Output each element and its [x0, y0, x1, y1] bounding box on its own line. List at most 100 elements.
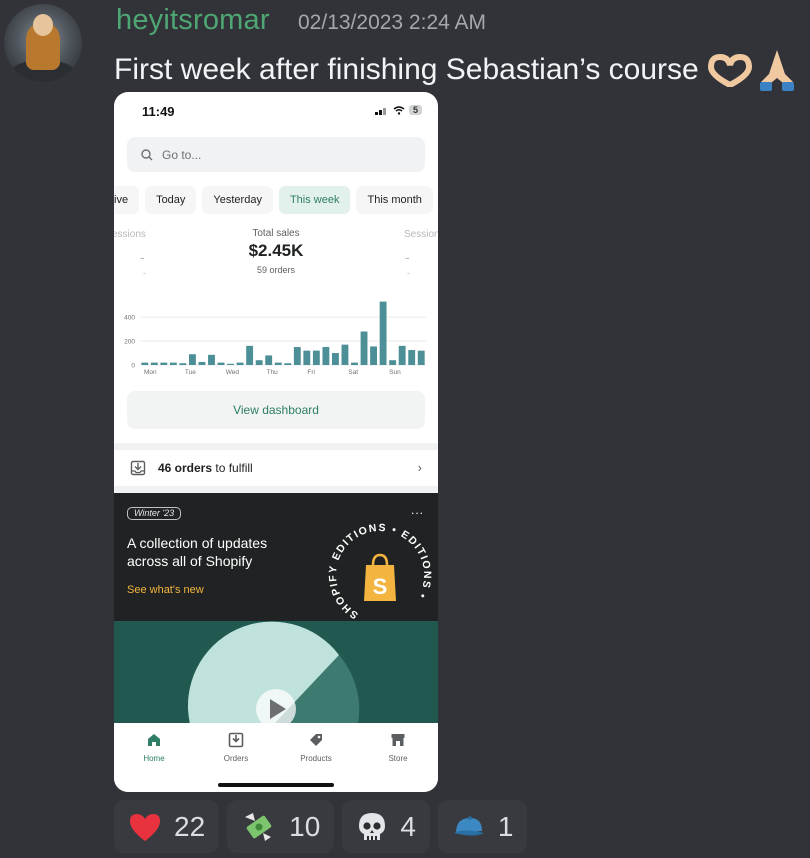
chart-bar	[198, 362, 206, 365]
chart-bar	[341, 344, 349, 365]
metric-right-label: Session	[404, 229, 438, 240]
shopify-editions-promo[interactable]: Winter '23 ... A collection of updates a…	[114, 493, 438, 621]
chart-bar	[246, 345, 254, 365]
chart-bar	[255, 360, 263, 365]
chart-bar	[208, 354, 215, 365]
orders-to-fulfill-suffix: to fulfill	[212, 461, 253, 475]
reactions-bar: 22 10 4 1	[114, 800, 528, 853]
chart-bar	[265, 355, 273, 365]
reaction-count: 22	[174, 810, 206, 842]
battery-indicator: 5	[408, 105, 422, 115]
chart-bar	[179, 363, 187, 365]
chart-bar	[351, 362, 358, 365]
chart-xtick-label: Mon	[144, 369, 157, 376]
message-text: First week after finishing Sebastian’s c…	[114, 48, 797, 92]
chart-xtick-label: Tue	[185, 369, 196, 376]
search-input[interactable]	[162, 147, 402, 162]
reaction-money[interactable]: 10	[227, 800, 335, 853]
chart-xtick-label: Sat	[348, 369, 358, 376]
chart-bar	[217, 362, 225, 365]
reaction-cap[interactable]: 1	[437, 800, 528, 853]
chart-bar	[360, 331, 368, 365]
reaction-heart[interactable]: 22	[114, 800, 220, 853]
chart-xtick-label: Wed	[226, 369, 240, 376]
nav-store[interactable]: Store	[368, 732, 428, 763]
tab-today[interactable]: Today	[145, 186, 197, 214]
tab-this-week[interactable]: This week	[278, 186, 351, 214]
chart-xtick-label: Thu	[267, 369, 279, 376]
chart-bar	[284, 363, 292, 365]
tab-this-month[interactable]: This month	[356, 186, 433, 214]
nav-home[interactable]: Home	[124, 732, 184, 763]
view-dashboard-button[interactable]: View dashboard	[127, 391, 425, 429]
chart-bar	[370, 346, 377, 365]
reaction-skull[interactable]: 4	[342, 800, 430, 853]
chart-bar	[417, 350, 425, 365]
store-icon	[391, 734, 405, 746]
see-whats-new-link[interactable]: See what's new	[127, 584, 204, 596]
chart-bar	[150, 362, 158, 365]
chart-bar	[293, 347, 301, 365]
chevron-right-icon: ›	[417, 460, 422, 475]
nav-products[interactable]: Products	[286, 732, 346, 763]
money-with-wings-emoji	[245, 812, 272, 841]
date-range-tabs: ive Today Yesterday This week This month	[114, 186, 438, 214]
promo-title: A collection of updates across all of Sh…	[127, 535, 268, 569]
total-sales-metric[interactable]: Total sales $2.45K 59 orders	[216, 228, 336, 275]
search-bar[interactable]	[127, 137, 425, 172]
reaction-count: 10	[289, 810, 321, 842]
home-icon	[148, 734, 160, 746]
chart-xtick-label: Sun	[389, 369, 401, 376]
chart-bar	[169, 362, 177, 365]
orders-icon	[228, 732, 244, 748]
reaction-count: 1	[497, 810, 514, 842]
username[interactable]: heyitsromar	[116, 4, 270, 37]
nav-orders-label: Orders	[223, 754, 249, 763]
shopify-bag-icon: S	[364, 553, 396, 601]
home-indicator	[218, 783, 334, 787]
orders-to-fulfill-row[interactable]: 46 orders to fulfill ›	[114, 450, 438, 486]
metric-left-label: essions	[114, 229, 146, 240]
user-avatar[interactable]	[4, 4, 82, 82]
status-icons: 5	[374, 105, 422, 115]
tab-live[interactable]: ive	[114, 186, 140, 214]
nav-home-label: Home	[143, 754, 165, 763]
heart-hands-emoji	[707, 53, 753, 89]
sales-bar-chart: 0 200 400 Mon Tue Wed Thu Fri Sat Sun	[124, 301, 426, 376]
chart-bar	[312, 350, 320, 365]
nav-products-label: Products	[300, 754, 332, 763]
chart-bar	[398, 345, 406, 365]
more-options-icon[interactable]: ...	[411, 503, 424, 517]
chart-xtick-label: Fri	[307, 369, 315, 376]
chart-bar	[236, 362, 244, 365]
tab-yesterday[interactable]: Yesterday	[202, 186, 273, 214]
tag-icon	[310, 734, 322, 746]
svg-text:S: S	[373, 574, 388, 599]
search-icon	[141, 148, 153, 160]
section-divider	[114, 486, 438, 493]
shopify-editions-seal-icon: SHOPIFY EDITIONS • EDITIONS • S	[327, 522, 432, 621]
bottom-navigation: Home Orders Products Store	[114, 723, 438, 792]
chart-bar	[189, 354, 196, 365]
chart-bar	[227, 363, 234, 365]
metric-left-sub: -	[143, 268, 146, 278]
section-divider	[114, 443, 438, 450]
video-thumbnail[interactable]	[114, 621, 438, 723]
status-time: 11:49	[142, 104, 175, 119]
nav-orders[interactable]: Orders	[206, 732, 266, 763]
chart-ytick-label: 0	[131, 363, 135, 370]
chart-ytick-label: 400	[124, 315, 135, 322]
heart-emoji	[130, 813, 160, 841]
phone-screenshot[interactable]: 11:49 5 ive Today Yesterday This week Th…	[114, 92, 438, 792]
chart-bar	[408, 350, 416, 365]
message-body: First week after finishing Sebastian’s c…	[114, 53, 699, 86]
folded-hands-emoji	[757, 48, 797, 92]
chart-bar	[389, 360, 397, 365]
inbox-download-icon	[130, 460, 146, 476]
chart-bar	[379, 301, 387, 365]
chart-bar	[141, 362, 149, 365]
metric-left-value: -	[140, 249, 145, 265]
metric-right-value: -	[405, 249, 410, 265]
chart-bar	[322, 347, 330, 365]
blue-cap-emoji	[453, 815, 484, 835]
